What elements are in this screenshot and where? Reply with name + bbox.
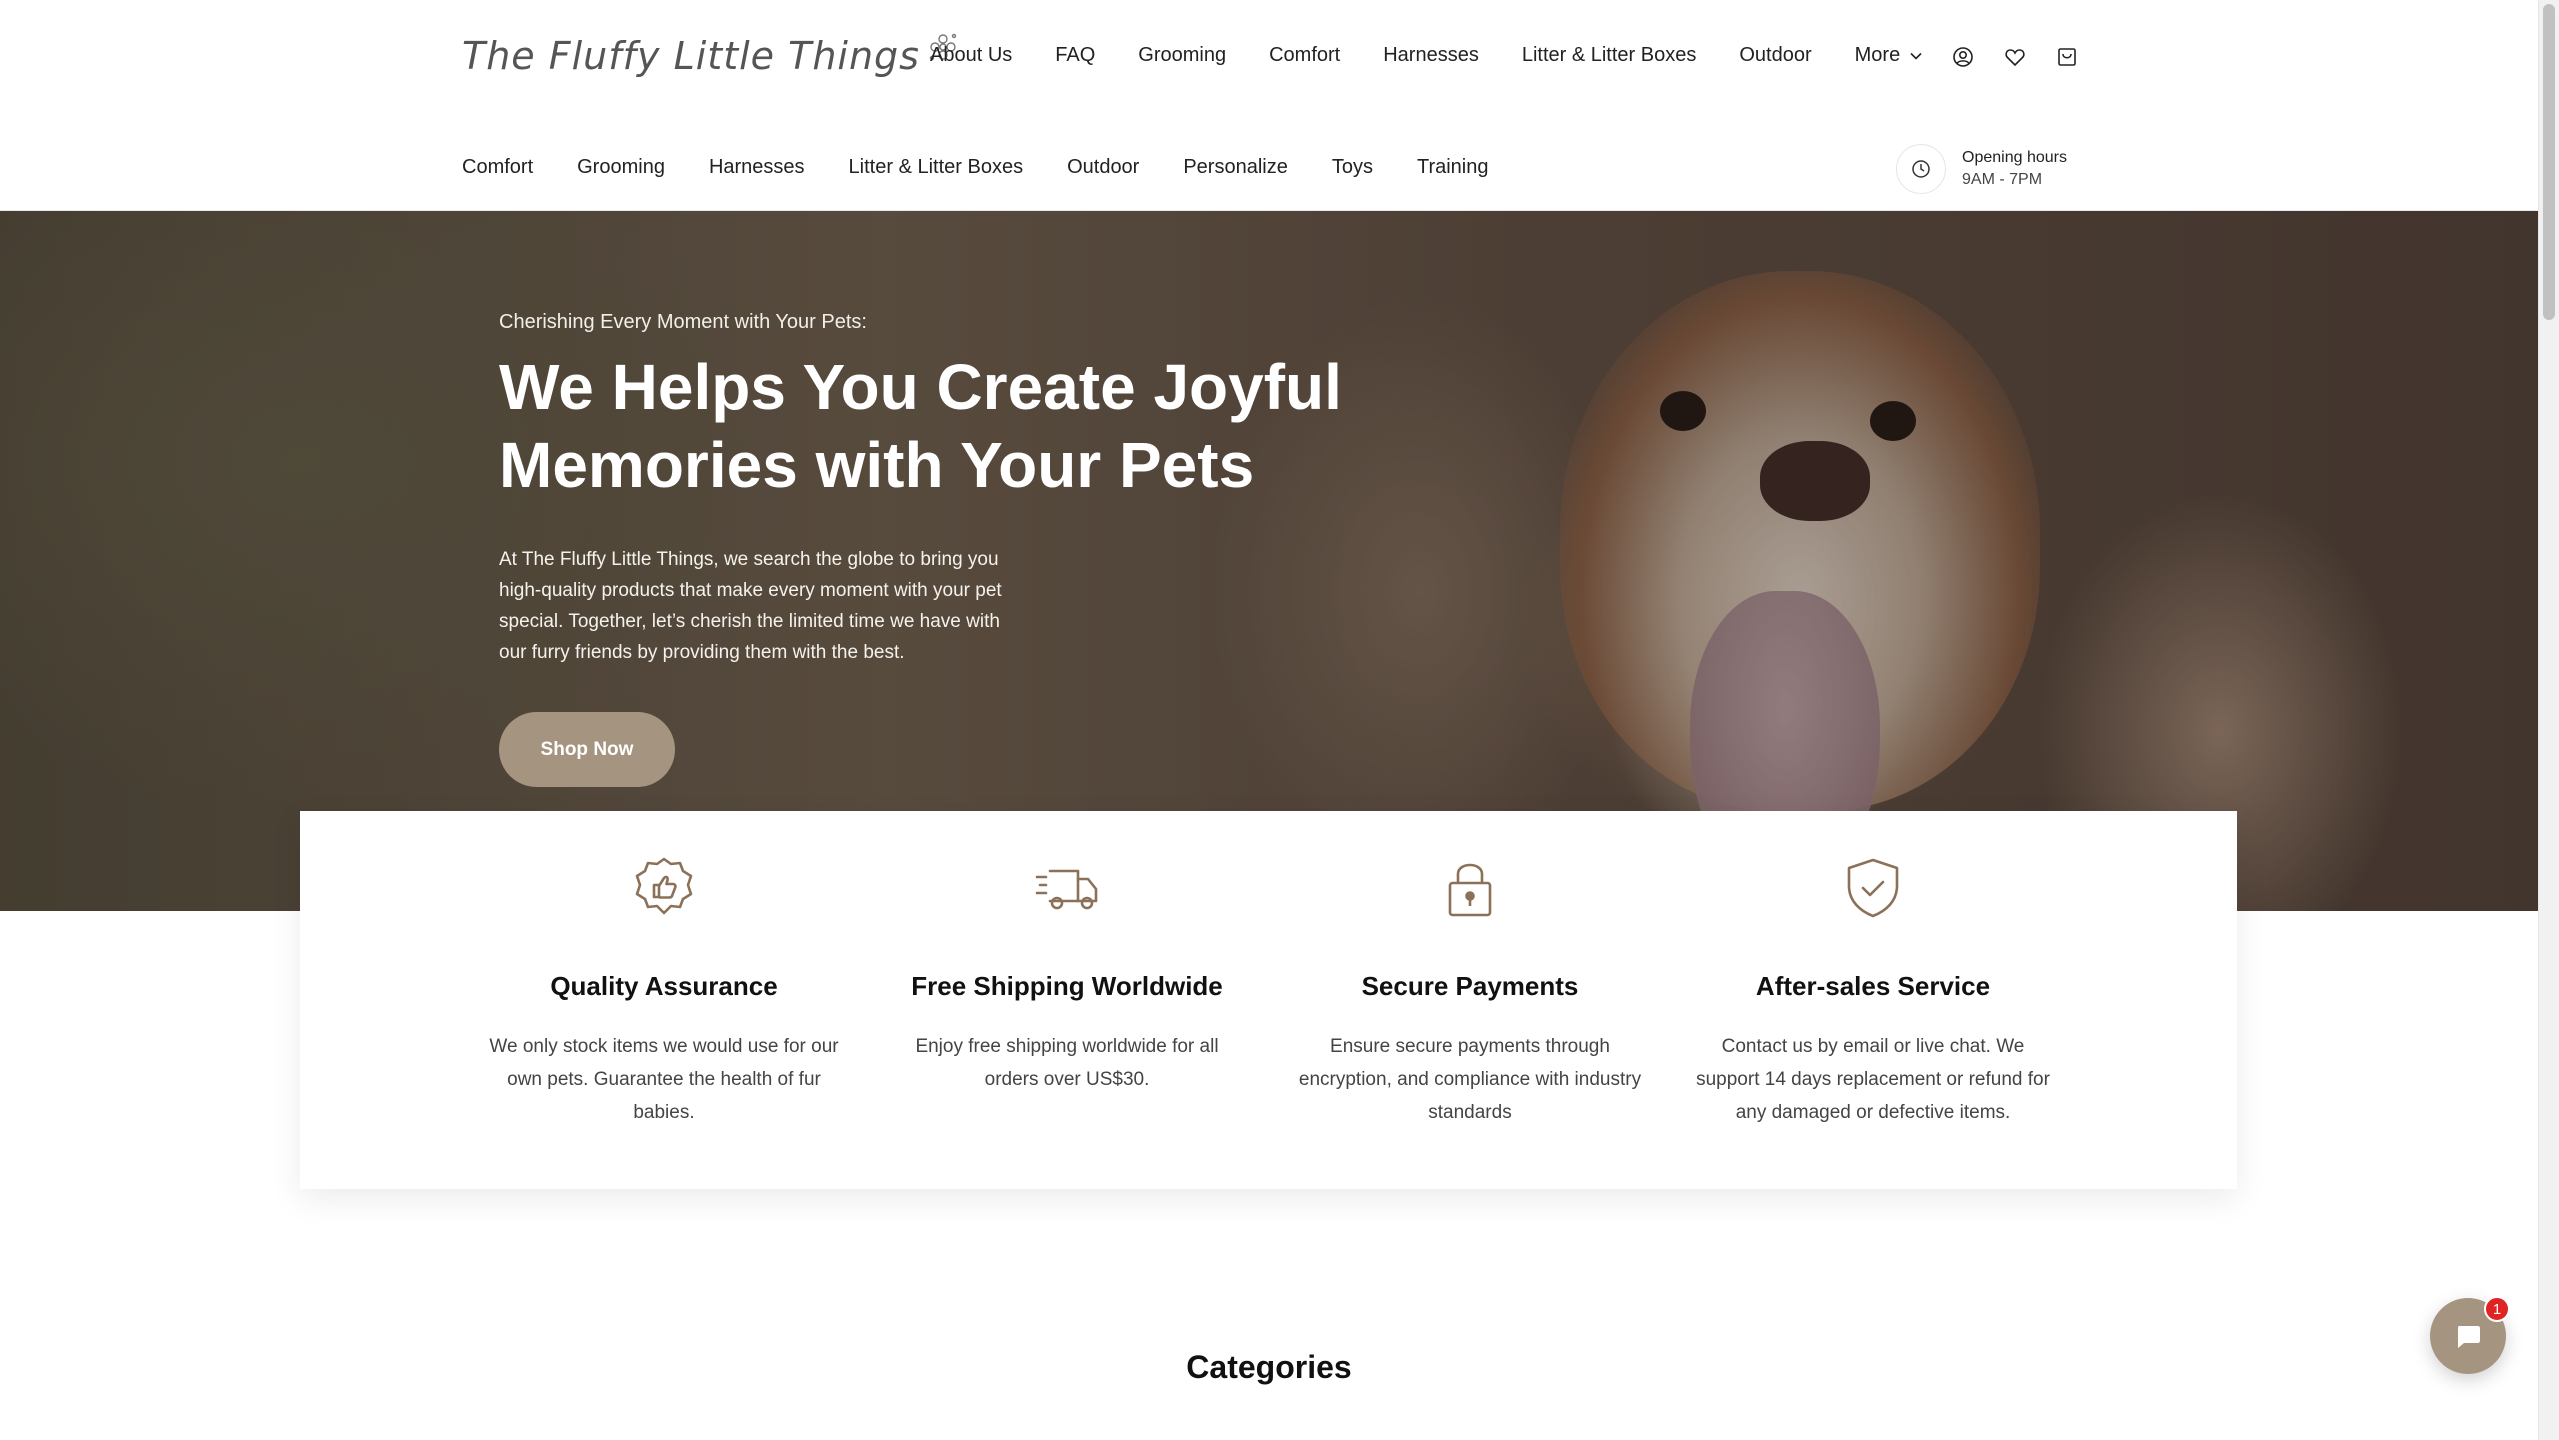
feature-title: Secure Payments bbox=[1361, 971, 1579, 1001]
opening-hours-title: Opening hours bbox=[1962, 149, 2067, 166]
feature-title: Free Shipping Worldwide bbox=[911, 971, 1223, 1001]
nav-litter-boxes[interactable]: Litter & Litter Boxes bbox=[1522, 44, 1697, 67]
hero-description: At The Fluffy Little Things, we search t… bbox=[499, 549, 1002, 663]
nav-grooming[interactable]: Grooming bbox=[1138, 44, 1226, 67]
main-navigation: About Us FAQ Grooming Comfort Harnesses … bbox=[930, 44, 1965, 67]
categories-heading: Categories bbox=[1186, 1349, 1352, 1385]
nav-about-us[interactable]: About Us bbox=[930, 44, 1012, 67]
opening-hours: Opening hours 9AM - 7PM bbox=[1896, 144, 2067, 194]
subnav-grooming[interactable]: Grooming bbox=[577, 156, 665, 179]
opening-hours-time: 9AM - 7PM bbox=[1962, 171, 2043, 188]
shop-now-button[interactable]: Shop Now bbox=[499, 712, 675, 787]
lock-icon bbox=[1269, 855, 1672, 921]
nav-faq[interactable]: FAQ bbox=[1055, 44, 1095, 67]
site-logo[interactable]: The Fluffy Little Things bbox=[462, 33, 960, 78]
live-chat-button[interactable]: 1 bbox=[2430, 1296, 2510, 1374]
feature-quality-assurance: Quality Assurance We only stock items we… bbox=[463, 855, 866, 1189]
account-icon[interactable] bbox=[1952, 46, 1974, 68]
feature-text: Enjoy free shipping worldwide for all or… bbox=[915, 1036, 1219, 1090]
site-header: The Fluffy Little Things About Us FAQ Gr… bbox=[0, 0, 2538, 211]
subnav-comfort[interactable]: Comfort bbox=[462, 156, 533, 179]
scrollbar-thumb[interactable] bbox=[2543, 4, 2555, 320]
category-navigation: Comfort Grooming Harnesses Litter & Litt… bbox=[462, 156, 1533, 179]
nav-more-label: More bbox=[1854, 44, 1901, 66]
feature-text: We only stock items we would use for our… bbox=[489, 1036, 839, 1123]
nav-comfort[interactable]: Comfort bbox=[1269, 44, 1340, 67]
cart-icon[interactable] bbox=[2056, 46, 2078, 68]
hero-content: Cherishing Every Moment with Your Pets: … bbox=[499, 311, 1399, 787]
feature-after-sales: After-sales Service Contact us by email … bbox=[1672, 855, 2075, 1189]
subnav-harnesses[interactable]: Harnesses bbox=[709, 156, 805, 179]
nav-more-dropdown[interactable]: More bbox=[1855, 44, 1923, 67]
feature-text: Ensure secure payments through encryptio… bbox=[1298, 1036, 1642, 1123]
clock-icon bbox=[1896, 144, 1946, 194]
feature-secure-payments: Secure Payments Ensure secure payments t… bbox=[1269, 855, 1672, 1189]
feature-text: Contact us by email or live chat. We sup… bbox=[1696, 1036, 2050, 1123]
subnav-outdoor[interactable]: Outdoor bbox=[1067, 156, 1139, 179]
shield-check-icon bbox=[1672, 855, 2075, 921]
subnav-litter-boxes[interactable]: Litter & Litter Boxes bbox=[849, 156, 1024, 179]
features-card: Quality Assurance We only stock items we… bbox=[300, 811, 2237, 1189]
hero-title-line-1: We Helps You Create Joyful bbox=[499, 351, 1342, 423]
nav-outdoor[interactable]: Outdoor bbox=[1739, 44, 1811, 67]
hero-title-line-2: Memories with Your Pets bbox=[499, 429, 1255, 501]
chevron-down-icon bbox=[1910, 52, 1922, 60]
hero-kicker: Cherishing Every Moment with Your Pets: bbox=[499, 311, 867, 333]
nav-harnesses[interactable]: Harnesses bbox=[1383, 44, 1479, 67]
page-scrollbar[interactable] bbox=[2538, 0, 2559, 1440]
chat-bubble-icon bbox=[2458, 1326, 2480, 1348]
feature-title: After-sales Service bbox=[1755, 971, 1991, 1001]
hero-title: We Helps You Create Joyful Memories with… bbox=[499, 348, 1399, 504]
header-icon-group bbox=[1952, 46, 2078, 68]
feature-free-shipping: Free Shipping Worldwide Enjoy free shipp… bbox=[866, 855, 1269, 1189]
chat-notification-badge: 1 bbox=[2484, 1296, 2510, 1322]
quality-badge-icon bbox=[463, 855, 866, 921]
subnav-training[interactable]: Training bbox=[1417, 156, 1489, 179]
subnav-toys[interactable]: Toys bbox=[1332, 156, 1373, 179]
hero-banner: Cherishing Every Moment with Your Pets: … bbox=[0, 211, 2538, 911]
logo-text: The Fluffy Little Things bbox=[462, 34, 920, 78]
subnav-personalize[interactable]: Personalize bbox=[1183, 156, 1288, 179]
feature-title: Quality Assurance bbox=[550, 971, 778, 1001]
delivery-truck-icon bbox=[866, 855, 1269, 921]
heart-icon[interactable] bbox=[2004, 46, 2026, 68]
